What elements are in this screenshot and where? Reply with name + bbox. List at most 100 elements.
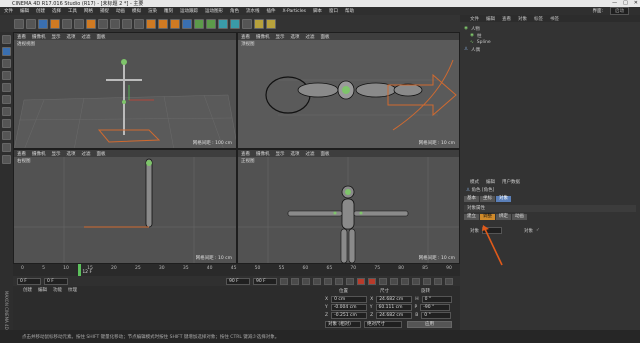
model-mode-icon[interactable]: [2, 47, 11, 56]
menu-character[interactable]: 角色: [230, 8, 239, 14]
vp-menu-filter[interactable]: 过滤: [306, 34, 315, 40]
menu-xparticles[interactable]: X-Particles: [283, 9, 306, 14]
mat-menu-function[interactable]: 功能: [53, 287, 62, 293]
vp-menu-display[interactable]: 显示: [52, 34, 61, 40]
x-axis-icon[interactable]: [98, 18, 108, 29]
deformer-icon[interactable]: [230, 18, 240, 29]
position-y-field[interactable]: -0.004 cm: [330, 304, 367, 311]
rotation-key-icon[interactable]: [412, 277, 420, 285]
size-z-field[interactable]: 24.682 cm: [376, 312, 413, 319]
rotation-h-field[interactable]: 0 °: [421, 296, 452, 303]
preview-end-field[interactable]: 90 F: [253, 277, 277, 285]
menu-help[interactable]: 帮助: [345, 8, 354, 14]
play-icon[interactable]: [313, 277, 321, 285]
render-view-icon[interactable]: [146, 18, 156, 29]
live-select-icon[interactable]: [38, 18, 48, 29]
menu-pipeline[interactable]: 流水线: [246, 8, 260, 14]
polygons-mode-icon[interactable]: [2, 107, 11, 116]
menu-select[interactable]: 选择: [52, 8, 61, 14]
vp-menu-camera[interactable]: 摄像机: [256, 151, 270, 157]
vp-menu-camera[interactable]: 摄像机: [256, 34, 270, 40]
menu-simulate[interactable]: 模拟: [132, 8, 141, 14]
keyframe-selection-icon[interactable]: [379, 277, 387, 285]
list-item[interactable]: ◉ 柱: [464, 32, 636, 39]
make-editable-icon[interactable]: [2, 35, 11, 44]
subtab-build[interactable]: 建立: [464, 214, 479, 220]
param-key-icon[interactable]: [423, 277, 431, 285]
vp-menu-filter[interactable]: 过滤: [82, 34, 91, 40]
y-axis-icon[interactable]: [110, 18, 120, 29]
tab-object[interactable]: 对象: [496, 196, 511, 202]
close-button[interactable]: ✕: [634, 0, 638, 6]
timeline[interactable]: 0 5 10 15 20 25 30 35 40 45 50 55 60 65 70 75 80 85 90 12 …: [13, 264, 460, 276]
size-mode-select[interactable]: 绝对尺寸: [364, 321, 402, 328]
menu-script[interactable]: 脚本: [313, 8, 322, 14]
pla-key-icon[interactable]: [434, 277, 442, 285]
layout-select[interactable]: 启动: [610, 7, 629, 15]
mat-menu-edit[interactable]: 编辑: [38, 287, 47, 293]
playhead[interactable]: [78, 264, 82, 276]
mat-menu-texture[interactable]: 纹理: [68, 287, 77, 293]
array-icon[interactable]: [218, 18, 228, 29]
points-mode-icon[interactable]: [2, 83, 11, 92]
next-frame-icon[interactable]: [324, 277, 332, 285]
viewport-front[interactable]: 查看 摄像机 显示 选项 过滤 面板 正视图 网格间距 : 10 cm: [237, 149, 460, 264]
vp-menu-options[interactable]: 选项: [67, 34, 76, 40]
prev-frame-icon[interactable]: [302, 277, 310, 285]
render-picture-viewer-icon[interactable]: [158, 18, 168, 29]
z-axis-icon[interactable]: [122, 18, 132, 29]
vp-menu-camera[interactable]: 摄像机: [32, 151, 46, 157]
menu-plugins[interactable]: 插件: [267, 8, 276, 14]
vp-menu-panel[interactable]: 面板: [321, 34, 330, 40]
maximize-button[interactable]: □: [623, 0, 628, 6]
floor-icon[interactable]: [242, 18, 252, 29]
vp-menu-display[interactable]: 显示: [52, 151, 61, 157]
cube-icon[interactable]: [182, 18, 192, 29]
obj-menu-view[interactable]: 查看: [502, 16, 511, 22]
size-y-field[interactable]: 60.111 cm: [375, 304, 412, 311]
move-icon[interactable]: [50, 18, 60, 29]
minimize-button[interactable]: —: [612, 0, 617, 6]
list-item[interactable]: ♙ 人偶: [464, 46, 636, 53]
start-frame-field[interactable]: 0 F: [17, 277, 41, 285]
vp-menu-view[interactable]: 查看: [17, 34, 26, 40]
rotation-b-field[interactable]: 0 °: [421, 312, 452, 319]
menu-file[interactable]: 文件: [4, 8, 13, 14]
rotation-p-field[interactable]: -90 °: [420, 304, 451, 311]
menu-window[interactable]: 窗口: [329, 8, 338, 14]
camera-icon[interactable]: [254, 18, 264, 29]
edges-mode-icon[interactable]: [2, 95, 11, 104]
menu-mograph[interactable]: 运动图形: [205, 8, 223, 14]
subtab-adjust[interactable]: 调整: [480, 214, 495, 220]
size-x-field[interactable]: 24.682 cm: [376, 296, 413, 303]
menu-snap[interactable]: 捕捉: [100, 8, 109, 14]
vp-menu-filter[interactable]: 过滤: [82, 151, 91, 157]
vp-menu-panel[interactable]: 面板: [97, 34, 106, 40]
current-frame-field[interactable]: 0 F: [44, 277, 68, 285]
menu-render[interactable]: 渲染: [148, 8, 157, 14]
tab-basic[interactable]: 基本: [464, 196, 479, 202]
vp-menu-filter[interactable]: 过滤: [306, 151, 315, 157]
snap-icon[interactable]: [2, 143, 11, 152]
attr-menu-userdata[interactable]: 用户数据: [502, 179, 520, 185]
vp-menu-view[interactable]: 查看: [241, 34, 250, 40]
recent-tools-icon[interactable]: [86, 18, 96, 29]
menu-sculpt[interactable]: 雕刻: [164, 8, 173, 14]
tweak-mode-icon[interactable]: [2, 131, 11, 140]
render-settings-icon[interactable]: [170, 18, 180, 29]
rotate-icon[interactable]: [74, 18, 84, 29]
subtab-bind[interactable]: 绑定: [496, 214, 511, 220]
obj-menu-tags[interactable]: 标签: [534, 16, 543, 22]
vp-menu-camera[interactable]: 摄像机: [32, 34, 46, 40]
position-key-icon[interactable]: [390, 277, 398, 285]
menu-mesh[interactable]: 网格: [84, 8, 93, 14]
vp-menu-options[interactable]: 选项: [67, 151, 76, 157]
list-item[interactable]: ◉ 人物: [464, 25, 636, 32]
pick-icon[interactable]: ✓: [536, 228, 540, 233]
subdivision-icon[interactable]: [206, 18, 216, 29]
menu-animate[interactable]: 动画: [116, 8, 125, 14]
vp-menu-panel[interactable]: 面板: [321, 151, 330, 157]
viewport-right[interactable]: 查看 摄像机 显示 选项 过滤 面板 右视图 网格间距 : 10 cm: [13, 149, 237, 264]
vp-menu-panel[interactable]: 面板: [97, 151, 106, 157]
vp-menu-display[interactable]: 显示: [276, 151, 285, 157]
